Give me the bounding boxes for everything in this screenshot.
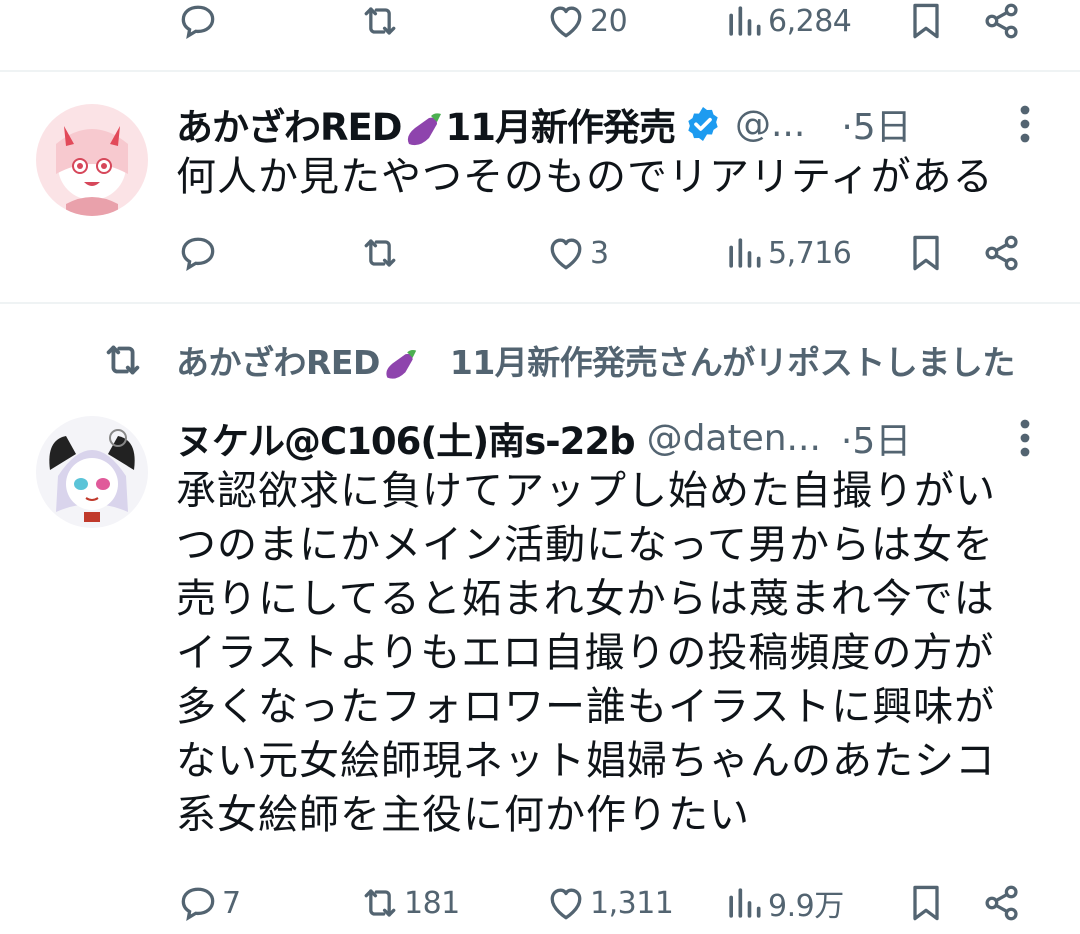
retweet-count: 181	[404, 885, 460, 921]
like-icon	[550, 6, 582, 38]
like-count: 20	[590, 3, 628, 39]
like-count: 3	[590, 235, 609, 271]
share-icon	[985, 885, 1018, 921]
bookmark-button[interactable]	[904, 228, 948, 278]
retweet-button[interactable]	[358, 228, 404, 278]
views-icon	[729, 6, 761, 36]
views-count: 9.9万	[768, 889, 844, 924]
views-count: 5,716	[768, 235, 852, 271]
avatar[interactable]	[36, 104, 148, 216]
timestamp[interactable]: ·5日	[841, 98, 911, 150]
bookmark-icon	[913, 885, 939, 921]
reply-button[interactable]	[176, 228, 222, 278]
bookmark-icon	[913, 3, 939, 39]
divider	[0, 302, 1080, 304]
like-count: 1,311	[590, 885, 674, 921]
retweet-icon	[364, 7, 396, 35]
share-icon	[985, 3, 1018, 39]
divider	[0, 70, 1080, 72]
bookmark-button[interactable]	[904, 878, 948, 928]
handle[interactable]: @...	[735, 104, 805, 145]
more-icon[interactable]	[1010, 100, 1040, 148]
reply-button[interactable]: 7	[176, 878, 241, 928]
retweet-button[interactable]	[358, 0, 404, 46]
bookmark-button[interactable]	[904, 0, 948, 46]
bookmark-icon	[913, 235, 939, 271]
share-button[interactable]	[980, 228, 1024, 278]
reply-count: 7	[222, 885, 241, 921]
reply-icon	[181, 237, 215, 271]
repost-text: あかざわRED 11月新作発売さんがリポストしました	[176, 336, 1015, 384]
like-icon	[550, 238, 582, 270]
reply-button[interactable]	[176, 0, 222, 46]
retweet-icon	[106, 345, 140, 375]
views-button[interactable]: 5,716	[722, 228, 852, 278]
tweet-header: ヌケル@C106(土)南s-22b @daten... ·5日	[176, 408, 1040, 468]
tweet-actions: 3 5,716	[176, 228, 1036, 278]
retweet-icon	[364, 889, 396, 917]
views-button[interactable]: 9.9万	[722, 878, 844, 928]
display-name-suffix: 11月新作発売	[445, 106, 675, 149]
display-name[interactable]: あかざわRED 11月新作発売	[176, 97, 676, 151]
avatar[interactable]	[36, 416, 148, 528]
share-button[interactable]	[980, 0, 1024, 46]
views-count: 6,284	[768, 3, 852, 39]
views-button[interactable]: 6,284	[722, 0, 852, 46]
display-name[interactable]: ヌケル@C106(土)南s-22b	[176, 411, 636, 465]
repost-name: あかざわRED	[176, 343, 380, 382]
like-icon	[550, 888, 582, 920]
verified-badge-icon	[688, 107, 718, 141]
retweet-icon	[364, 239, 396, 267]
views-icon	[729, 238, 761, 268]
eggplant-emoji	[408, 112, 442, 145]
handle[interactable]: @daten...	[647, 418, 821, 459]
share-icon	[985, 235, 1018, 271]
tweet-text: 承認欲求に負けてアップし始めた自撮りがいつのまにかメイン活動になって男からは女を…	[176, 468, 996, 838]
display-name-text: あかざわRED	[176, 106, 402, 149]
like-button[interactable]: 20	[544, 0, 628, 46]
like-button[interactable]: 1,311	[544, 878, 674, 928]
share-button[interactable]	[980, 878, 1024, 928]
like-button[interactable]: 3	[544, 228, 609, 278]
reply-icon	[181, 5, 215, 39]
timestamp[interactable]: ·5日	[841, 412, 911, 464]
more-icon[interactable]	[1010, 414, 1040, 462]
tweet-header: あかざわRED 11月新作発売 @... ·5日	[176, 94, 1040, 154]
reply-icon	[181, 887, 215, 921]
tweet-actions: 7 181 1,311 9.9万	[176, 878, 1036, 928]
timeline: 20 6,284 あかざわRED 11月新作発売 @... ·5日 何人か見たや…	[0, 0, 1080, 934]
tweet-text: 何人か見たやつそのものでリアリティがある	[176, 154, 994, 200]
views-icon	[729, 888, 761, 918]
repost-suffix: 11月新作発売さんがリポストしました	[449, 343, 1015, 382]
prev-tweet-actions: 20 6,284	[176, 0, 1036, 46]
eggplant-emoji	[386, 349, 417, 379]
retweet-button[interactable]: 181	[358, 878, 460, 928]
repost-banner[interactable]: あかざわRED 11月新作発売さんがリポストしました	[100, 332, 1015, 388]
